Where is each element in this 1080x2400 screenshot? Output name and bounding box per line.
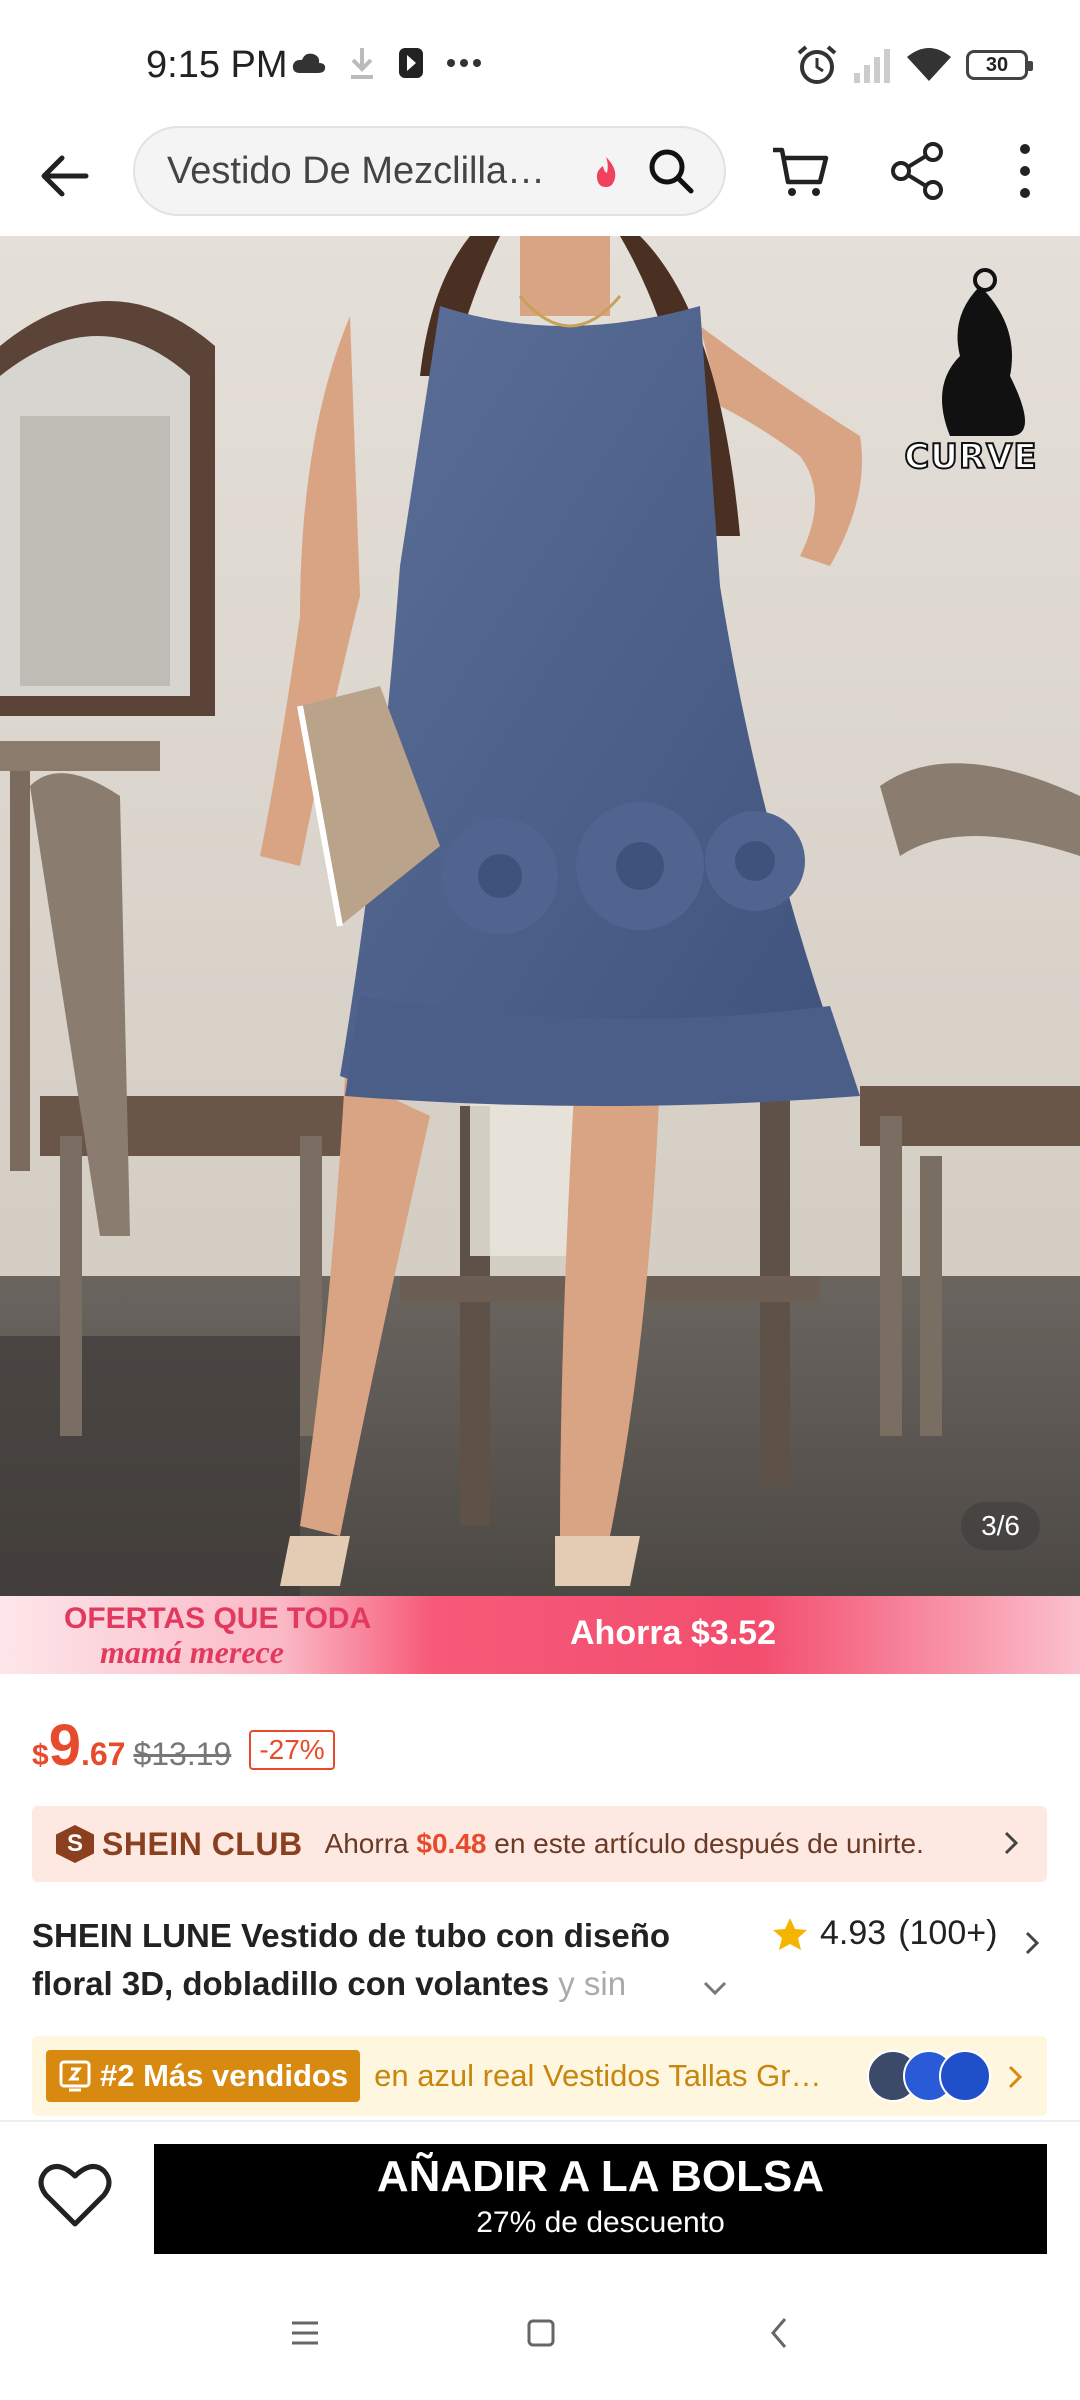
more-options-icon[interactable] bbox=[1010, 140, 1040, 202]
cloud-icon bbox=[292, 53, 326, 73]
promo-title: OFERTAS QUE TODA bbox=[64, 1602, 372, 1635]
best-seller-thumbnails bbox=[867, 2050, 991, 2102]
best-seller-category: en azul real Vestidos Tallas Grandes bbox=[374, 2058, 835, 2093]
price-currency: $ bbox=[32, 1739, 49, 1772]
battery-level: 30 bbox=[985, 53, 1009, 76]
star-icon bbox=[773, 1917, 807, 1950]
product-title-faded: y sin bbox=[558, 1965, 627, 2002]
product-image-carousel[interactable]: CURVE 3/6 bbox=[0, 236, 1080, 1596]
search-query: Vestido De Mezclilla… bbox=[167, 149, 546, 192]
promo-subtitle: mamá merece bbox=[100, 1634, 284, 1670]
best-seller-rank: #2 Más vendidos bbox=[100, 2058, 349, 2093]
best-seller-bar[interactable]: #2 Más vendidos en azul real Vestidos Ta… bbox=[32, 2036, 1047, 2116]
promo-banner[interactable]: OFERTAS QUE TODA mamá merece Ahorra $3.5… bbox=[0, 1596, 1080, 1674]
top-navigation: Vestido De Mezclilla… bbox=[0, 120, 1080, 236]
add-to-bag-discount: 27% de descuento bbox=[476, 2206, 725, 2239]
system-back-icon[interactable] bbox=[768, 2316, 790, 2350]
discount-badge: -27% bbox=[249, 1730, 335, 1770]
status-system-icons: 30 bbox=[796, 44, 1033, 86]
status-notifications bbox=[292, 46, 482, 80]
price-decimal: .67 bbox=[80, 1736, 126, 1772]
home-icon[interactable] bbox=[526, 2318, 556, 2348]
club-offer-text: Ahorra $0.48 en este artículo después de… bbox=[324, 1828, 924, 1859]
back-arrow-icon[interactable] bbox=[36, 146, 96, 206]
wishlist-heart-icon[interactable] bbox=[38, 2162, 112, 2228]
chevron-right-icon bbox=[1025, 1931, 1040, 1955]
curve-badge: CURVE bbox=[896, 272, 1046, 478]
status-time: 9:15 PM bbox=[146, 44, 288, 86]
battery-icon: 30 bbox=[966, 50, 1033, 80]
search-icon[interactable] bbox=[646, 146, 696, 196]
app-notification-icon bbox=[399, 48, 423, 78]
price-row: $ 9 .67 $13.19 -27% bbox=[32, 1712, 335, 1782]
club-savings-amount: $0.48 bbox=[416, 1828, 487, 1859]
trending-flame-icon bbox=[596, 157, 616, 187]
rating-summary[interactable]: 4.93 (100+) bbox=[772, 1914, 997, 1953]
rating-count: (100+) bbox=[898, 1914, 998, 1952]
shein-club-bar[interactable]: S SHEIN CLUB Ahorra $0.48 en este artícu… bbox=[32, 1806, 1047, 1882]
bottom-action-bar: AÑADIR A LA BOLSA 27% de descuento bbox=[0, 2120, 1080, 2270]
recent-apps-icon[interactable] bbox=[290, 2318, 320, 2348]
curve-badge-text: CURVE bbox=[903, 436, 1038, 478]
add-to-bag-label: AÑADIR A LA BOLSA bbox=[376, 2152, 825, 2201]
original-price: $13.19 bbox=[133, 1736, 232, 1772]
share-icon[interactable] bbox=[887, 140, 949, 202]
best-seller-tag: #2 Más vendidos bbox=[46, 2050, 361, 2102]
add-to-bag-button[interactable]: AÑADIR A LA BOLSA 27% de descuento bbox=[154, 2144, 1047, 2254]
image-counter: 3/6 bbox=[961, 1502, 1040, 1550]
cart-icon[interactable] bbox=[770, 142, 830, 202]
chevron-right-icon bbox=[1008, 2065, 1023, 2089]
alarm-icon bbox=[797, 45, 837, 84]
chevron-right-icon bbox=[1004, 1831, 1019, 1855]
product-title: SHEIN LUNE Vestido de tubo con diseño fl… bbox=[32, 1912, 712, 2008]
avatar bbox=[939, 2050, 991, 2102]
expand-title-chevron-icon[interactable] bbox=[700, 1978, 730, 1998]
status-bar: 9:15 PM 30 bbox=[0, 0, 1080, 120]
download-icon bbox=[351, 48, 373, 79]
shein-club-icon: S bbox=[56, 1825, 94, 1863]
search-input[interactable]: Vestido De Mezclilla… bbox=[133, 126, 726, 216]
signal-icon bbox=[854, 49, 890, 83]
rating-value: 4.93 bbox=[820, 1914, 887, 1952]
ranking-icon bbox=[59, 2060, 91, 2092]
club-name: SHEIN CLUB bbox=[102, 1825, 303, 1862]
price-integer: 9 bbox=[48, 1713, 81, 1778]
system-navigation-bar bbox=[0, 2270, 1080, 2400]
promo-savings: Ahorra $3.52 bbox=[570, 1614, 776, 1652]
more-notifications-icon bbox=[447, 59, 481, 67]
wifi-icon bbox=[907, 48, 951, 81]
